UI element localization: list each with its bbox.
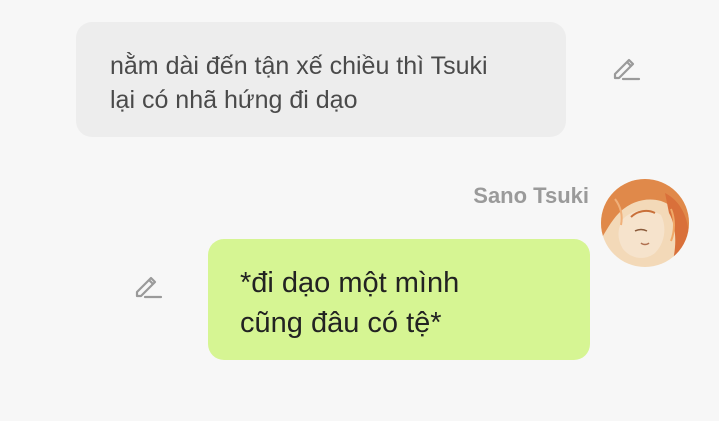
message-text: nằm dài đến tận xế chiều thì Tsuki lại c… — [110, 52, 488, 114]
sender-name: Sano Tsuki — [473, 183, 589, 208]
avatar[interactable] — [601, 179, 689, 267]
message-bubble-character: *đi dạo một mình cũng đâu có tệ* — [208, 239, 590, 360]
message-bubble-narration: nằm dài đến tận xế chiều thì Tsuki lại c… — [76, 22, 566, 137]
character-portrait-icon — [601, 179, 689, 267]
message-text: *đi dạo một mình cũng đâu có tệ* — [240, 267, 460, 339]
edit-pencil-icon[interactable] — [608, 50, 642, 84]
edit-pencil-icon[interactable] — [130, 268, 164, 302]
